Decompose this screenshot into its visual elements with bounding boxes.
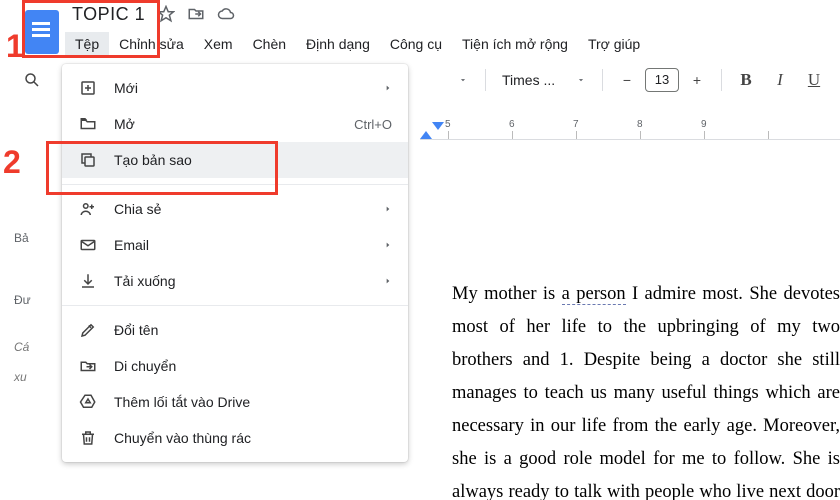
ruler[interactable]: 5 6 7 8 9 (420, 120, 840, 140)
submenu-arrow-icon (384, 276, 392, 286)
menu-tools[interactable]: Công cụ (380, 32, 452, 56)
menu-bar: Tệp Chỉnh sửa Xem Chèn Định dạng Công cụ… (0, 28, 840, 60)
menu-trash[interactable]: Chuyển vào thùng rác (62, 420, 408, 456)
underline-button[interactable]: U (800, 66, 828, 94)
folder-open-icon (78, 114, 98, 134)
file-menu-dropdown: Mới Mở Ctrl+O Tạo bản sao Chia sẻ Email (62, 64, 408, 462)
submenu-arrow-icon (384, 83, 392, 93)
plus-box-icon (78, 78, 98, 98)
menu-help[interactable]: Trợ giúp (578, 32, 650, 56)
italic-button[interactable]: I (766, 66, 794, 94)
menu-email[interactable]: Email (62, 227, 408, 263)
menu-extensions[interactable]: Tiện ích mở rộng (452, 32, 578, 56)
menu-move[interactable]: Di chuyển (62, 348, 408, 384)
menu-add-shortcut-label: Thêm lối tắt vào Drive (114, 394, 392, 410)
sidebar-partial: Bả Đư Cá xu (14, 225, 31, 409)
drive-shortcut-icon (78, 392, 98, 412)
menu-rename-label: Đổi tên (114, 322, 392, 338)
mail-icon (78, 235, 98, 255)
font-size-input[interactable]: 13 (645, 68, 679, 92)
menu-make-copy[interactable]: Tạo bản sao (62, 142, 408, 178)
menu-insert[interactable]: Chèn (243, 32, 296, 56)
doc-title[interactable]: TOPIC 1 (72, 4, 145, 25)
menu-download-label: Tải xuống (114, 273, 368, 289)
menu-open-shortcut: Ctrl+O (354, 117, 392, 132)
copy-icon (78, 150, 98, 170)
menu-view[interactable]: Xem (194, 32, 243, 56)
menu-format[interactable]: Định dạng (296, 32, 380, 56)
menu-open[interactable]: Mở Ctrl+O (62, 106, 408, 142)
menu-edit[interactable]: Chỉnh sửa (109, 32, 194, 56)
indent-marker-top-icon[interactable] (432, 122, 444, 130)
annotation-label-2: 2 (3, 144, 21, 181)
spellcheck-underline: a person (562, 284, 626, 305)
menu-rename[interactable]: Đổi tên (62, 312, 408, 348)
docs-logo[interactable] (25, 10, 59, 54)
star-icon[interactable] (157, 5, 175, 23)
menu-add-shortcut[interactable]: Thêm lối tắt vào Drive (62, 384, 408, 420)
annotation-label-1: 1 (6, 28, 24, 65)
menu-email-label: Email (114, 237, 368, 253)
bold-button[interactable]: B (732, 66, 760, 94)
menu-new-label: Mới (114, 80, 368, 96)
rename-icon (78, 320, 98, 340)
move-icon[interactable] (187, 5, 205, 23)
menu-divider (62, 184, 408, 185)
chevron-down-icon[interactable] (449, 66, 477, 94)
menu-file[interactable]: Tệp (65, 32, 109, 56)
chevron-down-icon (576, 75, 586, 85)
menu-download[interactable]: Tải xuống (62, 263, 408, 299)
decrease-font-button[interactable]: − (613, 66, 641, 94)
document-text[interactable]: My mother is a person I admire most. She… (452, 278, 840, 500)
font-size-group: − 13 + (613, 66, 711, 94)
folder-move-icon (78, 356, 98, 376)
menu-new[interactable]: Mới (62, 70, 408, 106)
download-icon (78, 271, 98, 291)
menu-move-label: Di chuyển (114, 358, 392, 374)
menu-make-copy-label: Tạo bản sao (114, 152, 392, 168)
cloud-icon[interactable] (217, 5, 235, 23)
share-icon (78, 199, 98, 219)
menu-divider (62, 305, 408, 306)
increase-font-button[interactable]: + (683, 66, 711, 94)
submenu-arrow-icon (384, 240, 392, 250)
menu-trash-label: Chuyển vào thùng rác (114, 430, 392, 446)
font-name: Times ... (502, 72, 555, 88)
menu-open-label: Mở (114, 116, 338, 132)
menu-share[interactable]: Chia sẻ (62, 191, 408, 227)
menu-share-label: Chia sẻ (114, 201, 368, 217)
trash-icon (78, 428, 98, 448)
indent-marker-bottom-icon[interactable] (420, 131, 432, 139)
submenu-arrow-icon (384, 204, 392, 214)
search-icon[interactable] (18, 66, 46, 94)
font-family-dropdown[interactable]: Times ... (496, 70, 592, 90)
